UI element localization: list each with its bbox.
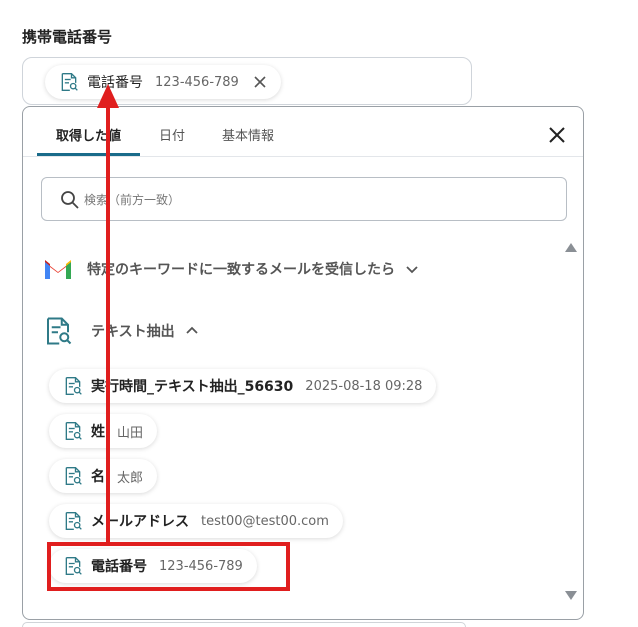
scroll-up-arrow[interactable] bbox=[565, 243, 577, 252]
search-box[interactable] bbox=[41, 177, 567, 221]
phone-field[interactable]: 電話番号 123-456-789 bbox=[22, 57, 472, 105]
item-value: test00@test00.com bbox=[201, 513, 329, 529]
scroll-down-arrow[interactable] bbox=[565, 591, 577, 600]
remove-chip-icon[interactable] bbox=[253, 75, 267, 89]
tab-date[interactable]: 日付 bbox=[159, 125, 185, 144]
item-value: 2025-08-18 09:28 bbox=[305, 378, 423, 394]
next-field-edge bbox=[22, 622, 466, 627]
chevron-up-icon bbox=[185, 326, 198, 334]
list-item[interactable]: メールアドレス test00@test00.com bbox=[49, 504, 343, 538]
tab-bar: 取得した値 日付 基本情報 bbox=[23, 107, 583, 157]
tab-retrieved-values[interactable]: 取得した値 bbox=[56, 125, 121, 144]
item-value: 太郎 bbox=[117, 470, 144, 486]
value-picker-panel: 取得した値 日付 基本情報 特定のキーワードに一致するメールを受信したら bbox=[22, 106, 584, 620]
chevron-down-icon bbox=[406, 266, 418, 274]
group-gmail-trigger[interactable]: 特定のキーワードに一致するメールを受信したら bbox=[43, 257, 419, 281]
chip-value: 123-456-789 bbox=[155, 74, 239, 90]
list-item[interactable]: 実行時間_テキスト抽出_56630 2025-08-18 09:28 bbox=[49, 369, 437, 403]
document-search-icon bbox=[63, 466, 83, 486]
document-search-icon bbox=[63, 511, 83, 531]
tab-basic-info[interactable]: 基本情報 bbox=[222, 125, 274, 144]
list-item[interactable]: 名 太郎 bbox=[49, 459, 158, 493]
selected-value-chip[interactable]: 電話番号 123-456-789 bbox=[45, 65, 281, 99]
document-search-icon bbox=[59, 72, 79, 92]
list-item[interactable]: 姓 山田 bbox=[49, 414, 158, 448]
list-item-phone[interactable]: 電話番号 123-456-789 bbox=[49, 549, 257, 583]
field-label: 携帯電話番号 bbox=[22, 28, 113, 46]
document-search-icon bbox=[63, 376, 83, 396]
item-name: 名 bbox=[91, 469, 105, 485]
document-search-icon bbox=[43, 315, 73, 347]
item-value: 山田 bbox=[117, 425, 144, 441]
search-input[interactable] bbox=[84, 188, 544, 212]
document-search-icon bbox=[63, 421, 83, 441]
chip-name: 電話番号 bbox=[87, 75, 143, 91]
close-icon[interactable] bbox=[547, 125, 567, 145]
item-value: 123-456-789 bbox=[159, 558, 243, 574]
item-name: 姓 bbox=[91, 424, 105, 440]
item-name: メールアドレス bbox=[91, 514, 189, 530]
search-icon bbox=[61, 191, 79, 209]
group-label: 特定のキーワードに一致するメールを受信したら bbox=[87, 262, 395, 278]
group-text-extraction[interactable]: テキスト抽出 bbox=[43, 315, 199, 347]
group-label: テキスト抽出 bbox=[91, 324, 175, 340]
item-name: 実行時間_テキスト抽出_56630 bbox=[91, 379, 294, 395]
document-search-icon bbox=[63, 556, 83, 576]
item-name: 電話番号 bbox=[91, 559, 147, 575]
gmail-icon bbox=[45, 260, 71, 279]
active-tab-indicator bbox=[37, 153, 140, 156]
